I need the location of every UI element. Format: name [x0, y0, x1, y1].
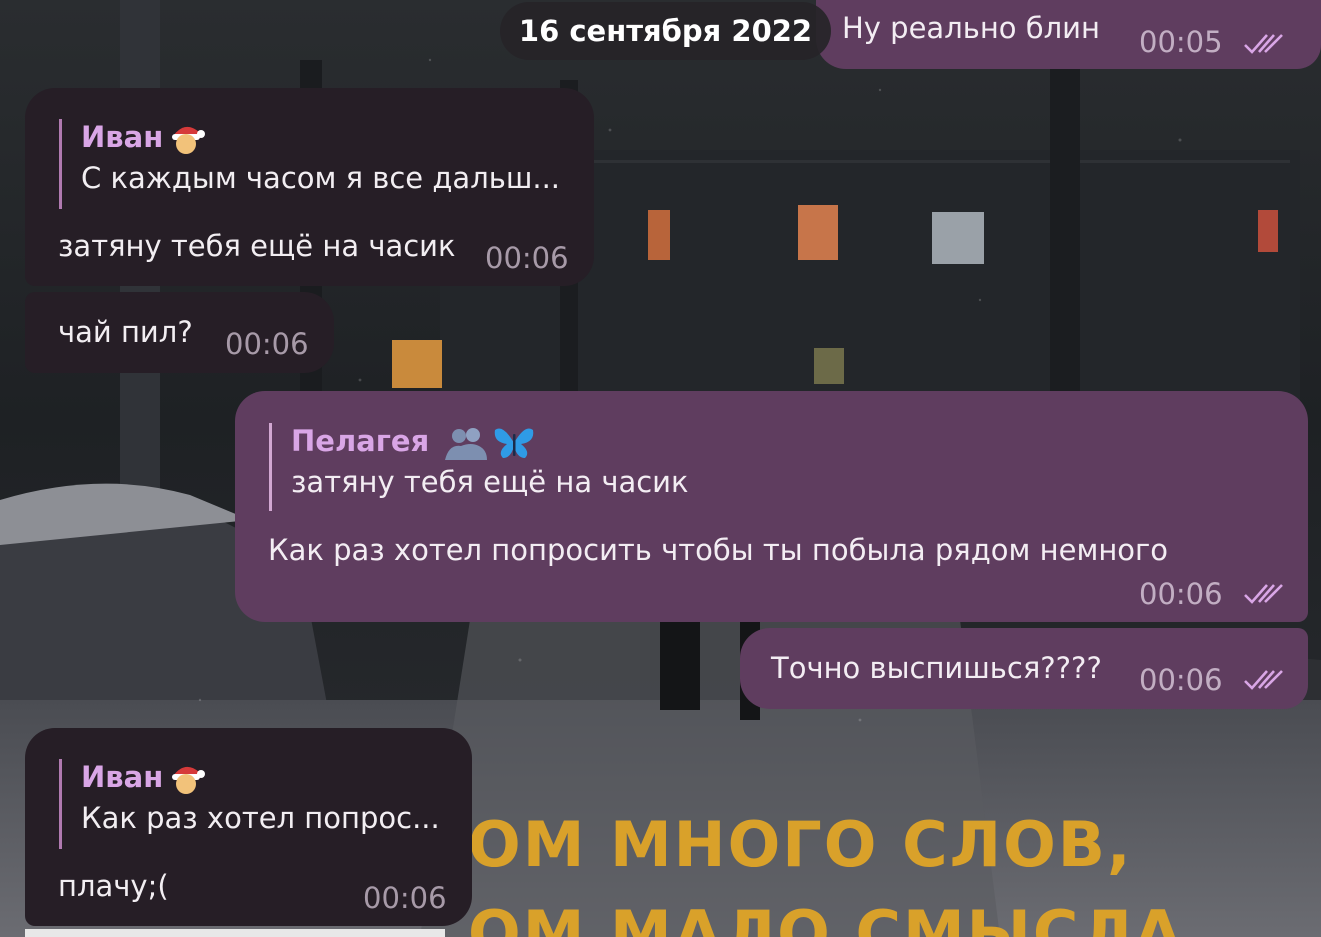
- message-time: 00:06: [363, 881, 447, 915]
- reply-text: затяну тебя ещё на часик: [291, 465, 689, 499]
- reply-text: Как раз хотел попрос...: [81, 801, 440, 835]
- message-outgoing[interactable]: Ну реально блин 00:05: [816, 0, 1321, 69]
- reply-author-name: Иван: [81, 760, 164, 794]
- message-outgoing[interactable]: Точно выспишься???? 00:06: [740, 628, 1308, 709]
- reply-text: С каждым часом я все дальш...: [81, 161, 561, 195]
- date-separator: 16 сентября 2022: [500, 2, 831, 60]
- reply-author-name: Иван: [81, 120, 164, 154]
- message-outgoing[interactable]: Пелагея затяну тебя ещё на часик Как раз…: [235, 391, 1308, 622]
- message-text: затяну тебя ещё на часик: [58, 229, 456, 263]
- reply-author: Иван: [81, 119, 560, 158]
- message-text: Ну реально блин: [842, 11, 1100, 45]
- poster-text-line2: ОМ МАЛО СМЫСЛА: [468, 897, 1184, 937]
- poster-text-line1: ОМ МНОГО СЛОВ,: [468, 808, 1133, 881]
- reply-author-name: Пелагея: [291, 424, 430, 458]
- reply-quote[interactable]: Иван Как раз хотел попрос...: [59, 759, 440, 849]
- reply-quote[interactable]: Пелагея затяну тебя ещё на часик: [269, 423, 689, 511]
- message-time: 00:05: [1139, 25, 1223, 59]
- scroll-indicator: [25, 929, 445, 937]
- santa-emoji-icon: [172, 126, 206, 154]
- message-time: 00:06: [225, 327, 309, 361]
- hugging-people-emoji-icon: [445, 428, 488, 460]
- message-text: чай пил?: [58, 315, 193, 349]
- message-incoming[interactable]: чай пил? 00:06: [25, 292, 334, 373]
- message-time: 00:06: [485, 241, 569, 275]
- reply-author: Пелагея: [291, 423, 689, 462]
- reply-quote[interactable]: Иван С каждым часом я все дальш...: [59, 119, 560, 209]
- double-check-icon: [1244, 34, 1283, 54]
- message-time: 00:06: [1139, 663, 1223, 697]
- message-text: Как раз хотел попросить чтобы ты побыла …: [268, 533, 1169, 567]
- double-check-icon: [1244, 584, 1283, 604]
- reply-author: Иван: [81, 759, 440, 798]
- butterfly-emoji-icon: [495, 428, 534, 458]
- message-incoming[interactable]: Иван С каждым часом я все дальш... затян…: [25, 88, 594, 286]
- double-check-icon: [1244, 670, 1283, 690]
- message-time: 00:06: [1139, 577, 1223, 611]
- santa-emoji-icon: [172, 766, 206, 794]
- message-text: плачу;(: [58, 869, 169, 903]
- message-incoming[interactable]: Иван Как раз хотел попрос... плачу;( 00:…: [25, 728, 472, 926]
- message-text: Точно выспишься????: [771, 651, 1102, 685]
